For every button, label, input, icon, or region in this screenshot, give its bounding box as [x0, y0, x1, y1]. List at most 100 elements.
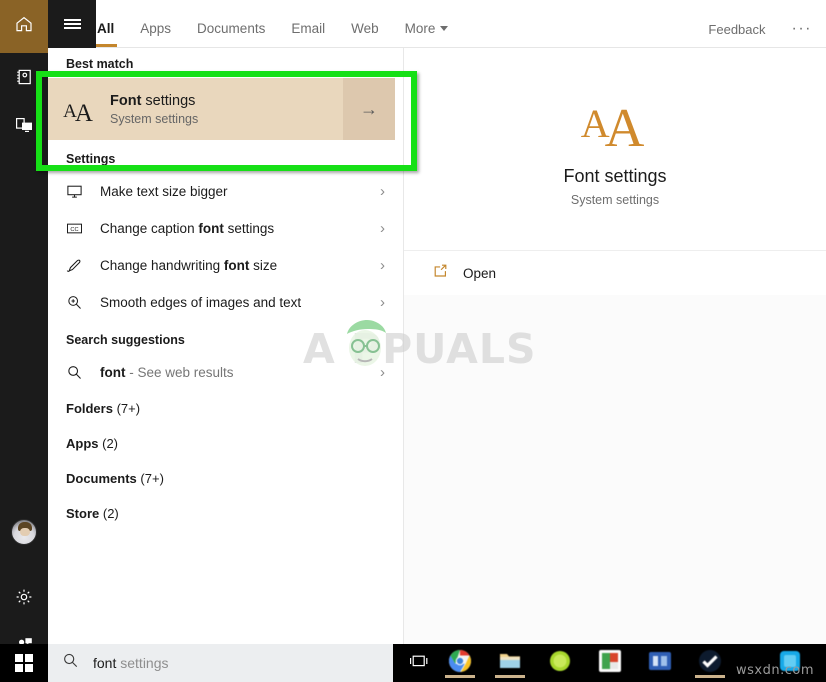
- group-documents-count: (7+): [140, 471, 164, 486]
- sidebar-item-home[interactable]: [0, 0, 48, 48]
- tab-email[interactable]: Email: [278, 21, 338, 47]
- folder-icon: [500, 653, 520, 668]
- chrome-icon: [449, 649, 471, 672]
- result-label: Smooth edges of images and text: [100, 295, 302, 310]
- avatar: [11, 519, 37, 545]
- search-suggestions-header: Search suggestions: [66, 333, 185, 347]
- tab-more-label: More: [404, 21, 436, 36]
- sidebar-item-apps[interactable]: [0, 101, 48, 149]
- preview-action-open[interactable]: Open: [404, 251, 826, 295]
- group-store-label: Store: [66, 506, 100, 521]
- search-icon: [62, 652, 79, 674]
- search-tabbar: All Apps Documents Email Web More Feedba…: [48, 0, 826, 48]
- colorful-app-icon: [599, 649, 621, 672]
- taskbar-search-input[interactable]: font settings: [48, 644, 393, 682]
- gear-icon: [14, 587, 34, 607]
- windows-logo-icon: [15, 654, 33, 672]
- chevron-down-icon: [440, 25, 449, 31]
- open-external-icon: [432, 262, 449, 284]
- group-documents-label: Documents: [66, 471, 137, 486]
- group-folders[interactable]: Folders (7+): [48, 391, 403, 426]
- magnifier-plus-icon: [66, 294, 100, 311]
- open-label: Open: [463, 265, 497, 281]
- group-folders-count: (7+): [116, 401, 141, 416]
- best-match-title-bold: Font: [110, 92, 142, 109]
- feedback-button[interactable]: Feedback: [708, 22, 765, 37]
- taskbar-app-chrome[interactable]: [445, 649, 475, 678]
- monitor-icon: [66, 183, 100, 200]
- group-apps-label: Apps: [66, 436, 99, 451]
- best-match-title: Font settings: [110, 92, 343, 111]
- result-change-caption-font-settings[interactable]: CC Change caption font settings ›: [48, 210, 403, 247]
- result-label: Change caption font settings: [100, 221, 372, 236]
- result-change-handwriting-font-size[interactable]: Change handwriting font size ›: [48, 247, 403, 284]
- group-apps-count: (2): [102, 436, 119, 451]
- best-match-result-font-settings[interactable]: AA Font settings System settings →: [48, 78, 395, 140]
- search-input-value: font settings: [93, 655, 169, 671]
- more-options-button[interactable]: ···: [792, 21, 812, 37]
- tab-apps-label: Apps: [140, 21, 172, 36]
- group-store[interactable]: Store (2): [48, 496, 403, 531]
- bottom-watermark: wsxdn.com: [736, 663, 814, 678]
- preview-subtitle: System settings: [570, 193, 660, 207]
- settings-section-header: Settings: [66, 152, 116, 166]
- search-body: Best match AA Font settings System setti…: [48, 48, 826, 644]
- result-label-post: settings: [223, 221, 275, 236]
- search-typed-text: font: [93, 655, 117, 671]
- task-view-icon: [409, 652, 429, 675]
- sidebar-item-account[interactable]: [0, 508, 48, 556]
- suggestion-term: font: [100, 365, 126, 380]
- green-app-icon: [550, 650, 570, 671]
- taskbar-app-check[interactable]: [695, 649, 725, 678]
- best-match-header: Best match: [66, 57, 134, 71]
- sidebar-item-documents[interactable]: [0, 53, 48, 101]
- preview-card: AA Font settings System settings: [404, 48, 826, 251]
- chevron-right-icon: ›: [380, 183, 385, 200]
- start-button[interactable]: [0, 644, 48, 682]
- preview-column: AA Font settings System settings Open: [404, 48, 826, 644]
- search-suggested-text: settings: [116, 655, 169, 671]
- hamburger-icon: [63, 17, 81, 32]
- tab-all-label: All: [97, 21, 115, 36]
- hamburger-menu-button[interactable]: [48, 0, 96, 48]
- font-aa-icon: AA: [580, 97, 645, 158]
- group-folders-label: Folders: [66, 401, 113, 416]
- apps-device-icon: [14, 115, 34, 135]
- taskbar-app-blue[interactable]: [648, 649, 672, 678]
- search-icon: [66, 364, 100, 381]
- pen-icon: [66, 257, 100, 274]
- taskbar-app-colorful[interactable]: [598, 649, 622, 678]
- tab-documents[interactable]: Documents: [184, 21, 278, 47]
- header-actions: Feedback ···: [708, 21, 826, 47]
- best-match-title-rest: settings: [141, 92, 196, 109]
- result-label-bold: font: [223, 258, 250, 273]
- result-label: Change handwriting font size: [100, 258, 372, 273]
- sidebar-item-settings[interactable]: [0, 573, 48, 621]
- taskbar-app-green[interactable]: [548, 649, 572, 678]
- task-view-button[interactable]: [400, 644, 438, 682]
- result-make-text-size-bigger[interactable]: Make text size bigger ›: [48, 173, 403, 210]
- preview-title: Font settings: [563, 166, 667, 186]
- tab-web[interactable]: Web: [338, 21, 392, 47]
- tab-email-label: Email: [291, 21, 326, 36]
- group-documents[interactable]: Documents (7+): [48, 461, 403, 496]
- notebook-icon: [14, 67, 34, 87]
- result-web-suggestion-font[interactable]: font - See web results ›: [48, 354, 403, 391]
- blue-app-icon: [649, 651, 671, 670]
- closed-caption-icon: CC: [66, 220, 100, 237]
- suggestion-hint: - See web results: [125, 365, 234, 380]
- result-smooth-edges-of-images-and-text[interactable]: Smooth edges of images and text ›: [48, 284, 403, 321]
- group-apps[interactable]: Apps (2): [48, 426, 403, 461]
- result-label: Make text size bigger: [100, 184, 228, 199]
- result-label-pre: Change caption: [100, 221, 199, 236]
- tab-more[interactable]: More: [392, 21, 462, 47]
- group-store-count: (2): [102, 506, 119, 521]
- best-match-expand-arrow[interactable]: →: [343, 78, 395, 140]
- font-aa-icon: AA: [63, 99, 93, 127]
- chevron-right-icon: ›: [380, 294, 385, 311]
- result-label-post: size: [249, 258, 278, 273]
- best-match-text: Font settings System settings: [110, 92, 343, 127]
- taskbar-app-file-explorer[interactable]: [495, 649, 525, 678]
- tab-apps[interactable]: Apps: [127, 21, 184, 47]
- screen: All Apps Documents Email Web More Feedba…: [0, 0, 826, 682]
